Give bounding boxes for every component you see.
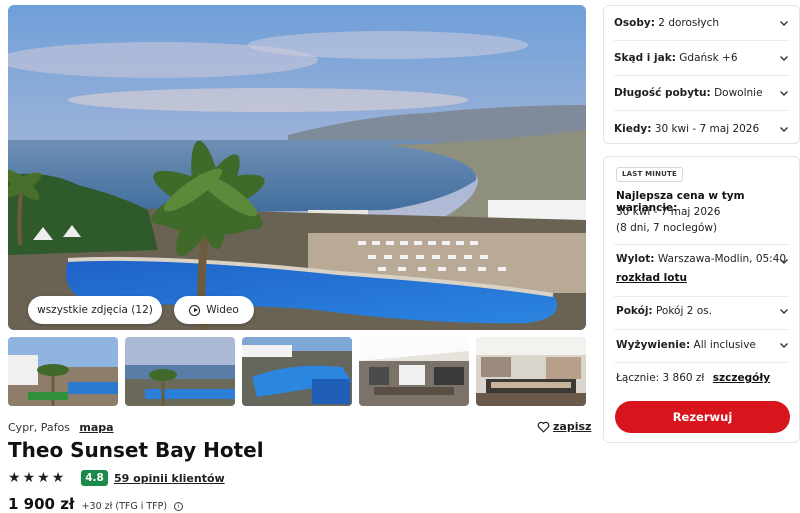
thumbnail-4[interactable] xyxy=(359,337,469,406)
thumb-image xyxy=(8,337,118,406)
book-button[interactable]: Rezerwuj xyxy=(615,401,790,433)
room-label: Pokój: xyxy=(616,305,653,317)
board-label: Wyżywienie: xyxy=(616,339,691,351)
location-text: Cypr, Pafos xyxy=(8,421,70,434)
thumbnail-3[interactable] xyxy=(242,337,352,406)
filter-value: 30 kwi - 7 maj 2026 xyxy=(654,122,760,135)
all-photos-button[interactable]: wszystkie zdjęcia (12) xyxy=(28,296,162,324)
hotel-hero-image xyxy=(8,5,586,330)
chevron-down-icon xyxy=(780,309,788,314)
offer-dates: 30 kwi - 7 maj 2026 xyxy=(616,206,721,218)
chevron-down-icon xyxy=(780,343,788,348)
flight-schedule-link[interactable]: rozkład lotu xyxy=(616,272,687,284)
details-link[interactable]: szczegóły xyxy=(713,372,770,384)
filter-departure[interactable]: Skąd i jak: Gdańsk +6 xyxy=(614,41,789,76)
save-label: zapisz xyxy=(553,420,592,433)
chevron-down-icon xyxy=(780,126,788,132)
flight-label: Wylot: xyxy=(616,253,655,265)
filter-label: Skąd i jak: xyxy=(614,52,676,64)
map-link[interactable]: mapa xyxy=(79,421,113,434)
thumbnail-2[interactable] xyxy=(125,337,235,406)
board-value: All inclusive xyxy=(693,339,756,351)
star-icon: ★ xyxy=(22,470,36,486)
filter-value: Dowolnie xyxy=(714,87,763,99)
thumb-image xyxy=(125,337,235,406)
divider xyxy=(614,296,789,297)
chevron-down-icon xyxy=(780,259,788,264)
hotel-stars: ★ ★ ★ ★ xyxy=(8,470,64,486)
filter-label: Kiedy: xyxy=(614,122,652,135)
chevron-down-icon xyxy=(780,91,788,96)
room-selector[interactable]: Pokój: Pokój 2 os. xyxy=(616,305,789,317)
info-icon[interactable]: i xyxy=(174,502,184,511)
star-icon: ★ xyxy=(51,470,65,486)
star-icon: ★ xyxy=(37,470,50,486)
divider xyxy=(614,362,789,363)
flight-value: Warszawa-Modlin, 05:40 xyxy=(657,253,787,265)
total-price: Łącznie: 3 860 zł xyxy=(616,372,705,384)
thumb-image xyxy=(359,337,469,406)
divider xyxy=(614,329,789,330)
price-extra: +30 zł (TFG i TFP) xyxy=(81,501,168,512)
play-icon xyxy=(189,304,201,316)
filter-persons[interactable]: Osoby: 2 dorosłych xyxy=(614,6,789,41)
search-filters-card: Osoby: 2 dorosłych Skąd i jak: Gdańsk +6… xyxy=(603,5,800,144)
thumbnail-1[interactable] xyxy=(8,337,118,406)
main-photo[interactable]: wszystkie zdjęcia (12) Wideo xyxy=(8,5,586,330)
total-price-row: Łącznie: 3 860 zł szczegóły xyxy=(616,372,770,384)
divider xyxy=(614,244,789,245)
thumb-image xyxy=(476,337,586,406)
thumbnail-5[interactable] xyxy=(476,337,586,406)
rating-badge: 4.8 xyxy=(81,470,108,486)
star-icon: ★ xyxy=(8,470,21,486)
offer-nights: (8 dni, 7 noclegów) xyxy=(616,222,718,234)
last-minute-badge: LAST MINUTE xyxy=(616,167,684,182)
save-button[interactable]: zapisz xyxy=(537,420,591,433)
chevron-down-icon xyxy=(780,21,788,26)
room-value: Pokój 2 os. xyxy=(655,305,712,317)
price: 1 900 zł xyxy=(8,495,75,513)
board-selector[interactable]: Wyżywienie: All inclusive xyxy=(616,339,789,351)
flight-selector[interactable]: Wylot: Warszawa-Modlin, 05:40 xyxy=(616,253,789,265)
video-label: Wideo xyxy=(206,304,239,316)
filter-label: Osoby: xyxy=(614,17,655,29)
offer-card: LAST MINUTE Najlepsza cena w tym warianc… xyxy=(603,156,800,443)
filter-dates[interactable]: Kiedy: 30 kwi - 7 maj 2026 xyxy=(614,111,789,146)
heart-icon xyxy=(537,421,550,432)
reviews-link[interactable]: 59 opinii klientów xyxy=(114,472,225,485)
chevron-down-icon xyxy=(780,56,788,61)
filter-duration[interactable]: Długość pobytu: Dowolnie xyxy=(614,76,789,111)
video-button[interactable]: Wideo xyxy=(174,296,254,324)
filter-label: Długość pobytu: xyxy=(614,87,711,99)
thumb-image xyxy=(242,337,352,406)
price-row: 1 900 zł +30 zł (TFG i TFP) i xyxy=(8,494,184,513)
hotel-name: Theo Sunset Bay Hotel xyxy=(8,438,264,462)
filter-value: Gdańsk +6 xyxy=(679,52,738,64)
hotel-location: Cypr, Pafos mapa xyxy=(8,421,114,434)
filter-value: 2 dorosłych xyxy=(658,17,720,29)
